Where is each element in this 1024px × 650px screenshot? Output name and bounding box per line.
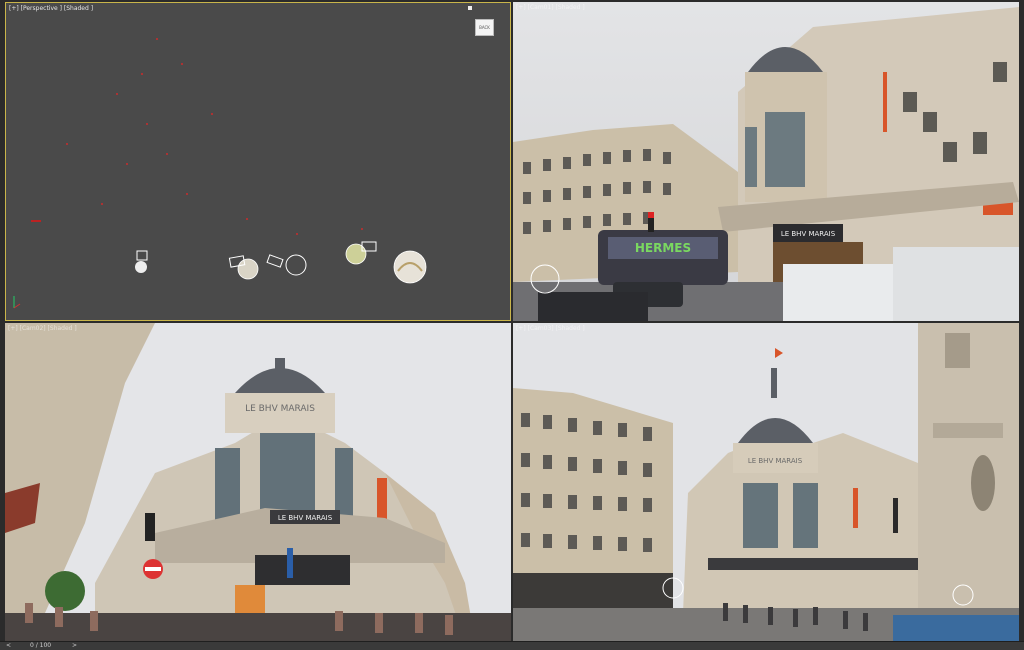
photo-street-view-2: LE BHV MARAIS LE BHV MARAIS (5, 323, 511, 641)
viewport-label[interactable]: [+] [Perspective ] [Shaded ] (9, 5, 93, 12)
viewport-camera-1[interactable]: LE BHV MARAIS HERMES [+] [Cam01] [Shaded… (513, 2, 1019, 321)
dome-sign: LE BHV MARAIS (245, 404, 315, 414)
camera-sphere-icon (228, 255, 259, 280)
store-sign: LE BHV MARAIS (781, 230, 836, 238)
point-cloud (66, 38, 363, 235)
viewport-label[interactable]: [+] [Cam01] [Shaded ] (516, 4, 585, 11)
viewport-camera-2[interactable]: LE BHV MARAIS LE BHV MARAIS [+] [Cam02] … (5, 323, 511, 641)
viewport-label[interactable]: [+] [Cam03] [Shaded ] (516, 325, 585, 332)
bus-graffiti: HERMES (635, 241, 691, 255)
photo-street-view-3: LE BHV MARAIS (513, 323, 1019, 641)
home-icon[interactable] (468, 6, 472, 10)
viewport-label[interactable]: [+] [Cam02] [Shaded ] (8, 325, 77, 332)
photo-street-view-1: LE BHV MARAIS HERMES (513, 2, 1019, 321)
viewport-perspective[interactable]: [+] [Perspective ] [Shaded ] BACK (5, 2, 511, 321)
camera-sphere-icon (393, 250, 427, 284)
viewport-camera-3[interactable]: LE BHV MARAIS [+] [Cam03] [Shaded ] (513, 323, 1019, 641)
store-sign: LE BHV MARAIS (278, 514, 333, 522)
camera-sphere-icon (266, 254, 307, 276)
camera-sphere-icon (345, 241, 377, 265)
scene-canvas[interactable] (6, 3, 511, 321)
viewcube[interactable]: BACK (475, 19, 494, 36)
camera-sphere-icon (135, 250, 148, 273)
dome-sign: LE BHV MARAIS (748, 457, 803, 465)
